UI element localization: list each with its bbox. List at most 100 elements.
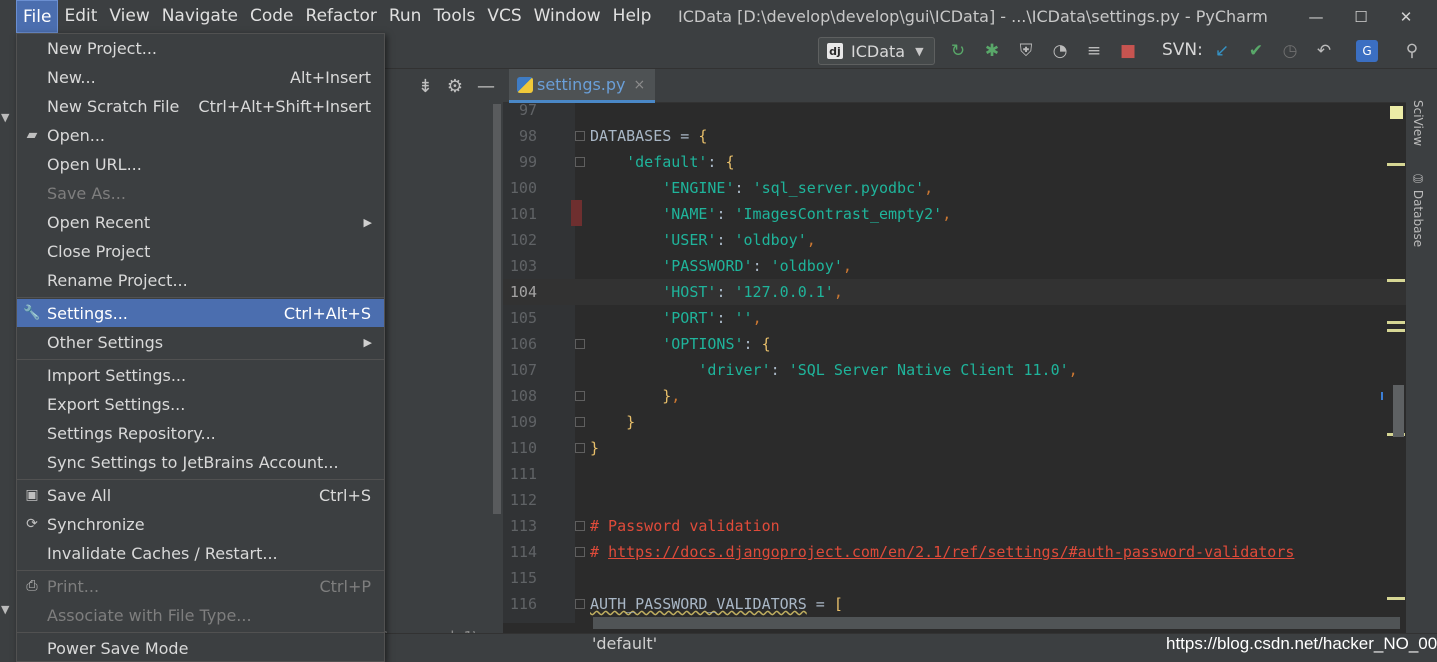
fold-marker-icon[interactable] (575, 547, 585, 557)
fold-marker-icon[interactable] (575, 521, 585, 531)
code-line[interactable]: 98 DATABASES = { (503, 123, 1406, 149)
search-everywhere-icon[interactable]: ⚲ (1401, 40, 1423, 62)
line-number[interactable]: 104 (503, 279, 537, 305)
run-configuration-dropdown[interactable]: dj ICData ▼ (818, 37, 935, 65)
error-stripe-marker[interactable] (1387, 163, 1405, 166)
error-stripe-marker[interactable] (1387, 597, 1405, 600)
fold-marker-icon[interactable] (575, 157, 585, 167)
line-number[interactable]: 115 (503, 565, 537, 591)
fold-marker-icon[interactable] (575, 131, 585, 141)
line-number[interactable]: 103 (503, 253, 537, 279)
line-number[interactable]: 109 (503, 409, 537, 435)
code-line[interactable]: 97 (503, 103, 1406, 123)
line-number[interactable]: 116 (503, 591, 537, 617)
svn-update-icon[interactable]: ↙ (1211, 40, 1233, 62)
code-line[interactable]: 110} (503, 435, 1406, 461)
gear-icon[interactable]: ⚙ (447, 76, 463, 97)
code-line[interactable]: 107 'driver': 'SQL Server Native Client … (503, 357, 1406, 383)
line-number[interactable]: 97 (503, 103, 537, 123)
horizontal-scrollbar[interactable] (593, 617, 1400, 629)
line-number[interactable]: 107 (503, 357, 537, 383)
close-tab-icon[interactable]: × (634, 77, 646, 93)
debug-bug-icon[interactable]: ✱ (981, 40, 1003, 62)
menu-item-synchronize[interactable]: ⟳ Synchronize (17, 510, 384, 538)
menu-item-rename-project[interactable]: Rename Project... (17, 266, 384, 294)
coverage-shield-icon[interactable]: ⛨ (1015, 40, 1037, 62)
project-panel-scrollbar[interactable] (493, 104, 501, 514)
code-line[interactable]: 114 # https://docs.djangoproject.com/en/2… (503, 539, 1406, 565)
code-line[interactable]: 113 # Password validation (503, 513, 1406, 539)
menu-help[interactable]: Help (607, 0, 658, 33)
line-number[interactable]: 106 (503, 331, 537, 357)
fold-marker-icon[interactable] (575, 417, 585, 427)
tab-settings-py[interactable]: settings.py × (509, 69, 656, 103)
error-stripe-marker[interactable] (1387, 279, 1405, 282)
database-tool-tab[interactable]: ⛁ Database (1411, 172, 1425, 247)
menu-item-other-settings[interactable]: Other Settings ▶ (17, 328, 384, 356)
expand-arrow-icon[interactable]: ▼ (1, 603, 9, 616)
code-line[interactable]: 104 'HOST': '127.0.0.1', (503, 279, 1406, 305)
menu-code[interactable]: Code (244, 0, 300, 33)
code-line[interactable]: 112 (503, 487, 1406, 513)
menu-item-import-settings[interactable]: Import Settings... (17, 361, 384, 389)
revert-icon[interactable]: ↶ (1313, 40, 1335, 62)
code-line[interactable]: 111 (503, 461, 1406, 487)
menu-navigate[interactable]: Navigate (156, 0, 244, 33)
menu-edit[interactable]: Edit (58, 0, 103, 33)
menu-item-settings[interactable]: 🔧 Settings... Ctrl+Alt+S (17, 299, 384, 327)
menu-item-settings-repository[interactable]: Settings Repository... (17, 419, 384, 447)
menu-item-export-settings[interactable]: Export Settings... (17, 390, 384, 418)
hide-panel-icon[interactable]: — (477, 76, 495, 97)
menu-vcs[interactable]: VCS (481, 0, 527, 33)
code-editor[interactable]: 97 98 DATABASES = {99 'default': {100 'ENG… (503, 103, 1406, 623)
line-number[interactable]: 117 (503, 617, 537, 623)
menu-item-new-project[interactable]: New Project... (17, 34, 384, 62)
inspection-status-icon[interactable] (1390, 106, 1403, 119)
menu-refactor[interactable]: Refactor (300, 0, 383, 33)
menu-item-sync-settings-to-jetbrains-account[interactable]: Sync Settings to JetBrains Account... (17, 448, 384, 476)
translate-icon[interactable]: G (1356, 40, 1378, 62)
code-line[interactable]: 99 'default': { (503, 149, 1406, 175)
line-number[interactable]: 98 (503, 123, 537, 149)
line-number[interactable]: 112 (503, 487, 537, 513)
menu-item-open-url[interactable]: Open URL... (17, 150, 384, 178)
editor-scrollbar-thumb[interactable] (1393, 385, 1404, 437)
fold-marker-icon[interactable] (575, 599, 585, 609)
line-number[interactable]: 114 (503, 539, 537, 565)
line-number[interactable]: 108 (503, 383, 537, 409)
close-window-button[interactable]: ✕ (1383, 0, 1429, 33)
line-number[interactable]: 99 (503, 149, 537, 175)
stop-icon[interactable]: ■ (1117, 40, 1139, 62)
code-line[interactable]: 103 'PASSWORD': 'oldboy', (503, 253, 1406, 279)
concurrency-icon[interactable]: ≡ (1083, 40, 1105, 62)
line-number[interactable]: 101 (503, 201, 537, 227)
fold-marker-icon[interactable] (575, 339, 585, 349)
line-number[interactable]: 110 (503, 435, 537, 461)
fold-marker-icon[interactable] (575, 443, 585, 453)
menu-item-invalidate-caches-restart[interactable]: Invalidate Caches / Restart... (17, 539, 384, 567)
menu-run[interactable]: Run (383, 0, 428, 33)
menu-item-power-save-mode[interactable]: Power Save Mode (17, 634, 384, 662)
code-line[interactable]: 108 }, (503, 383, 1406, 409)
fold-marker-icon[interactable] (575, 391, 585, 401)
menu-tools[interactable]: Tools (427, 0, 481, 33)
code-line[interactable]: 102 'USER': 'oldboy', (503, 227, 1406, 253)
expand-arrow-icon[interactable]: ▼ (1, 111, 9, 124)
svn-commit-icon[interactable]: ✔ (1245, 40, 1267, 62)
code-line[interactable]: 109 } (503, 409, 1406, 435)
code-line[interactable]: 106 'OPTIONS': { (503, 331, 1406, 357)
error-stripe-marker[interactable] (1387, 329, 1405, 332)
collapse-all-icon[interactable]: ⇟ (418, 76, 433, 97)
breadcrumb-context[interactable]: 'default' (592, 634, 657, 653)
menu-item-new[interactable]: New... Alt+Insert (17, 63, 384, 91)
menu-view[interactable]: View (103, 0, 155, 33)
code-line[interactable]: 115 (503, 565, 1406, 591)
line-number[interactable]: 105 (503, 305, 537, 331)
rerun-icon[interactable]: ↻ (947, 40, 969, 62)
code-line[interactable]: 101 'NAME': 'ImagesContrast_empty2', (503, 201, 1406, 227)
menu-item-open[interactable]: ▰ Open... (17, 121, 384, 149)
menu-file[interactable]: File (16, 0, 59, 33)
error-stripe-marker[interactable] (1387, 321, 1405, 324)
minimize-button[interactable]: — (1293, 0, 1339, 33)
line-number[interactable]: 102 (503, 227, 537, 253)
